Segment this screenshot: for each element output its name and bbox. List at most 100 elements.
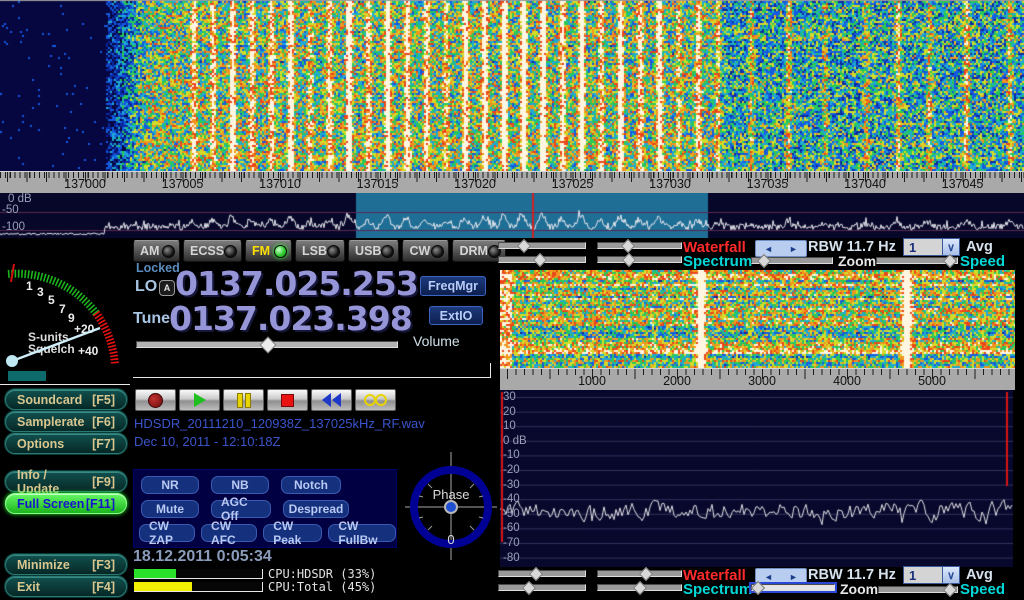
cpu-hdsdr-fill: [134, 569, 176, 578]
zoom-slider-bottom[interactable]: [751, 583, 835, 592]
spectrum-range-slider-bottom[interactable]: [597, 583, 682, 592]
avg-dropdown[interactable]: 1 ∨: [903, 238, 960, 256]
nr-button[interactable]: NR: [141, 476, 199, 494]
mode-usb-button[interactable]: USB: [348, 240, 399, 262]
main-waterfall-display[interactable]: [0, 0, 1024, 171]
options-button[interactable]: Options [F7]: [5, 433, 127, 454]
phase-label: Phase: [433, 487, 470, 502]
rewind-icon: [322, 393, 331, 407]
arrow-left-icon[interactable]: ◄: [764, 572, 773, 582]
lo-auto-badge[interactable]: A: [159, 280, 175, 296]
mode-cw-button[interactable]: CW: [402, 240, 449, 262]
cw-peak-button[interactable]: CW Peak: [263, 524, 322, 542]
zoom-waterfall-display[interactable]: [500, 270, 1015, 368]
mode-am-button[interactable]: AM: [133, 240, 180, 262]
arrow-right-icon[interactable]: ►: [789, 572, 798, 582]
squelch-indicator[interactable]: [8, 371, 46, 381]
tune-frequency-display[interactable]: 0137.023.398: [169, 302, 412, 335]
record-button[interactable]: [135, 389, 176, 411]
waterfall-brightness-slider[interactable]: [498, 241, 586, 250]
nb-button[interactable]: NB: [211, 476, 269, 494]
main-spectrum-canvas: [0, 193, 1024, 238]
speed-slider[interactable]: [876, 256, 958, 265]
cw-zap-button[interactable]: CW ZAP: [139, 524, 195, 542]
cpu-total-fill: [134, 582, 192, 591]
meter-tick-label: 7: [59, 302, 66, 316]
freqmgr-button[interactable]: FreqMgr: [420, 276, 486, 296]
s-meter: 1 3 5 7 9 +20 +40 S-units Squelch: [0, 240, 130, 386]
mode-lsb-button[interactable]: LSB: [295, 240, 345, 262]
spectrum-db-label: -100: [2, 221, 25, 233]
button-label: Info / Update: [17, 468, 92, 496]
mode-label: DRM: [459, 244, 487, 258]
loop-icon: [375, 394, 387, 406]
db-tick-label: 0 dB: [503, 435, 527, 447]
button-label: Exit: [17, 580, 40, 594]
mode-label: USB: [355, 244, 381, 258]
slider-thumb[interactable]: [259, 337, 276, 354]
divider: [490, 363, 491, 378]
button-hotkey: [F6]: [92, 415, 115, 429]
zoom-spectrum-canvas: [500, 390, 1013, 567]
pause-button[interactable]: [223, 389, 264, 411]
zoom-spectrum-display[interactable]: 3020100 dB-10-20-30-40-50-60-70-80: [500, 390, 1013, 567]
chevron-down-icon[interactable]: ∨: [942, 239, 959, 255]
exit-button[interactable]: Exit [F4]: [5, 576, 127, 597]
soundcard-button[interactable]: Soundcard [F5]: [5, 389, 127, 410]
stop-button[interactable]: [267, 389, 308, 411]
db-tick-label: 10: [503, 420, 516, 432]
mode-fm-button[interactable]: FM: [245, 240, 292, 262]
meter-tick-label: 3: [37, 285, 44, 299]
lo-frequency-display[interactable]: 0137.025.253: [175, 267, 418, 300]
agc-off-button[interactable]: AGC Off: [211, 500, 271, 518]
avg-value: 1: [904, 567, 942, 583]
db-tick-label: 20: [503, 406, 516, 418]
db-tick-label: -40: [503, 493, 520, 505]
freq-tick-label: 137025: [552, 177, 594, 191]
cw-afc-button[interactable]: CW AFC: [201, 524, 257, 542]
arrow-left-icon[interactable]: ◄: [764, 244, 773, 254]
mute-button[interactable]: Mute: [141, 500, 199, 518]
mode-ecss-button[interactable]: ECSS: [183, 240, 242, 262]
samplerate-button[interactable]: Samplerate [F6]: [5, 411, 127, 432]
waterfall-contrast-slider[interactable]: [597, 241, 682, 250]
spectrum-range-slider[interactable]: [597, 255, 682, 264]
mode-led-icon: [381, 245, 394, 258]
avg-dropdown-bottom[interactable]: 1 ∨: [903, 566, 960, 584]
loop-button[interactable]: [355, 389, 396, 411]
spectrum-ref-slider[interactable]: [498, 255, 586, 264]
freq-tick-label: 137005: [162, 177, 204, 191]
speed-slider-bottom[interactable]: [878, 585, 958, 594]
minimize-button[interactable]: Minimize [F3]: [5, 554, 127, 575]
db-tick-label: -10: [503, 449, 520, 461]
lo-label: LO: [135, 278, 157, 296]
freq-tick-label: 3000: [748, 374, 776, 388]
waterfall-brightness-slider-bottom[interactable]: [498, 569, 586, 578]
phase-dot: [445, 501, 457, 513]
mode-label: CW: [409, 244, 430, 258]
main-spectrum-display[interactable]: 0 dB -50 -100: [0, 193, 1024, 238]
full-screen-button[interactable]: Full Screen [F11]: [5, 493, 127, 514]
zoom-frequency-scale[interactable]: 10002000300040005000: [500, 368, 1015, 390]
mode-led-icon: [162, 245, 175, 258]
notch-button[interactable]: Notch: [281, 476, 341, 494]
info-update-button[interactable]: Info / Update [F9]: [5, 471, 127, 492]
despread-button[interactable]: Despread: [283, 500, 349, 518]
arrow-right-icon[interactable]: ►: [789, 244, 798, 254]
divider: [0, 384, 130, 385]
zoom-slider[interactable]: [751, 256, 833, 265]
chevron-down-icon[interactable]: ∨: [942, 567, 959, 583]
cw-fullbw-button[interactable]: CW FullBw: [328, 524, 396, 542]
spectrum-ref-slider-bottom[interactable]: [498, 583, 586, 592]
play-button[interactable]: [179, 389, 220, 411]
extio-button[interactable]: ExtIO: [429, 306, 483, 325]
play-icon: [194, 393, 206, 407]
rewind-button[interactable]: [311, 389, 352, 411]
hdsdr-window: 1370001370051370101370151370201370251370…: [0, 0, 1024, 600]
volume-slider[interactable]: [136, 340, 398, 349]
waterfall-contrast-slider-bottom[interactable]: [597, 569, 682, 578]
main-frequency-scale[interactable]: 1370001370051370101370151370201370251370…: [0, 171, 1024, 193]
meter-tick-label: 1: [26, 279, 33, 293]
phase-scope: Phase 0: [405, 452, 497, 560]
mode-label: ECSS: [190, 244, 224, 258]
